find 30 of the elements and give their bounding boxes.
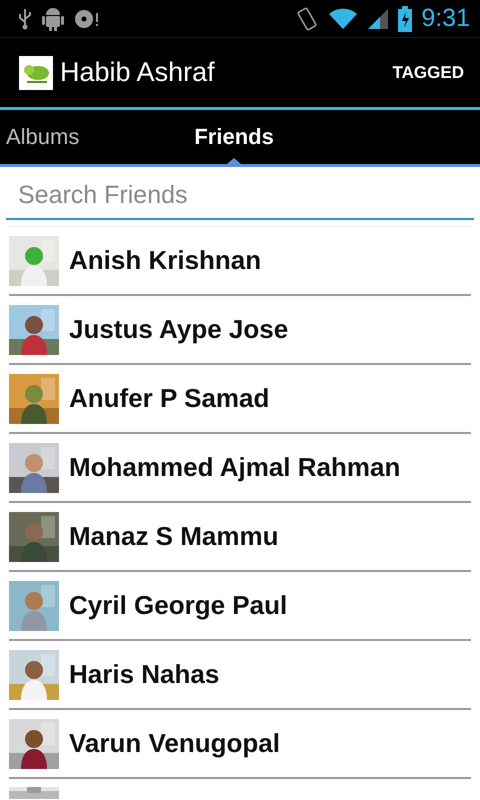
friend-name: Varun Venugopal	[69, 728, 280, 759]
status-time: 9:31	[421, 4, 470, 33]
friend-name: Manaz S Mammu	[69, 521, 278, 552]
tagged-button[interactable]: TAGGED	[388, 56, 468, 88]
tab[interactable]: Albums	[6, 118, 80, 156]
friend-item[interactable]: Cyril George Paul	[9, 572, 471, 641]
friend-name: Mohammed Ajmal Rahman	[69, 452, 400, 483]
android-icon	[41, 6, 65, 32]
account-name: Habib Ashraf	[60, 57, 216, 88]
friend-name: Justus Aype Jose	[69, 314, 288, 345]
friend-item[interactable]: Anufer P Samad	[9, 365, 471, 434]
wifi-icon	[328, 8, 358, 30]
friend-name: Anufer P Samad	[69, 383, 270, 414]
usb-icon	[18, 8, 32, 30]
friend-item[interactable]: Varun Venugopal	[9, 710, 471, 779]
friend-item[interactable]: Anish Krishnan	[9, 227, 471, 296]
friend-item[interactable]: Justus Aype Jose	[9, 296, 471, 365]
battery-charging-icon	[398, 6, 412, 32]
friend-name: Cyril George Paul	[69, 590, 288, 621]
disc-alert-icon	[74, 8, 100, 30]
app-icon[interactable]	[19, 56, 53, 90]
signal-icon	[367, 8, 390, 30]
tab[interactable]: Friends	[194, 118, 274, 156]
friend-item[interactable]: Manaz S Mammu	[9, 503, 471, 572]
friend-name: Anish Krishnan	[69, 245, 262, 276]
friend-item[interactable]: Mohammed Ajmal Rahman	[9, 434, 471, 503]
vibrate-icon	[295, 6, 320, 32]
friend-item[interactable]: Haris Nahas	[9, 641, 471, 710]
selected-tab-indicator-icon	[227, 158, 242, 164]
friend-name: Haris Nahas	[69, 659, 220, 690]
